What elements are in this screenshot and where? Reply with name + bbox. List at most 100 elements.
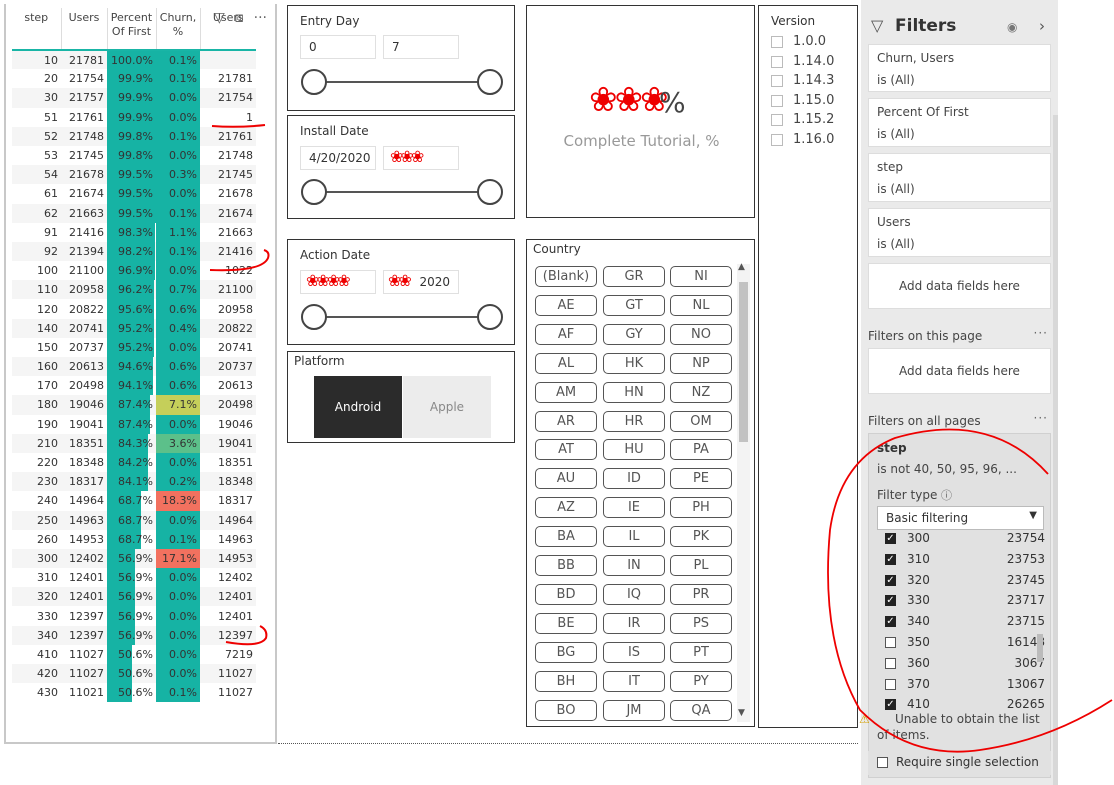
- more-options-icon[interactable]: ···: [1034, 411, 1048, 425]
- table-row[interactable]: 100 21100 96.9% 0.0% 1022: [12, 261, 256, 281]
- country-option[interactable]: PR: [670, 583, 732, 605]
- entry-day-from-input[interactable]: 0: [300, 35, 376, 59]
- country-option[interactable]: BB: [535, 555, 597, 576]
- table-row[interactable]: 410 11027 50.6% 0.0% 7219: [12, 644, 256, 664]
- country-option[interactable]: NO: [670, 323, 732, 345]
- filter-card-percent-of-first[interactable]: Percent Of First is (All): [868, 98, 1051, 147]
- table-row[interactable]: 320 12401 56.9% 0.0% 12401: [12, 587, 256, 607]
- require-single-checkbox[interactable]: [877, 757, 888, 768]
- entry-day-min-handle[interactable]: [301, 69, 327, 95]
- collapse-pane-icon[interactable]: ›: [1039, 17, 1045, 35]
- entry-day-slicer[interactable]: Entry Day 0 7: [287, 5, 515, 111]
- platform-slicer[interactable]: Platform Android Apple: [287, 351, 515, 443]
- country-option[interactable]: AU: [535, 468, 597, 490]
- country-option[interactable]: QA: [670, 699, 732, 721]
- country-option[interactable]: GY: [603, 323, 665, 345]
- table-row[interactable]: 61 21674 99.5% 0.0% 21678: [12, 184, 256, 204]
- country-option[interactable]: PK: [670, 526, 732, 548]
- country-option[interactable]: (Blank): [535, 266, 597, 287]
- eye-icon[interactable]: ◉: [1007, 20, 1017, 34]
- country-option[interactable]: GT: [603, 294, 665, 316]
- platform-apple-button[interactable]: Apple: [403, 376, 491, 438]
- version-option[interactable]: 1.16.0: [771, 132, 851, 150]
- more-options-icon[interactable]: ···: [254, 10, 267, 26]
- version-slicer[interactable]: Version 1.0.0 1.14.0 1.14.3 1.15.0 1.15.2 1.1…: [758, 5, 858, 728]
- table-row[interactable]: 210 18351 84.3% 3.6% 19041: [12, 433, 256, 453]
- filter-icon[interactable]: ▽: [214, 10, 225, 26]
- filter-type-dropdown[interactable]: Basic filtering ▼: [877, 506, 1044, 530]
- country-slicer[interactable]: Country (Blank) GR NI AE GT NL AF GY NO AL HK NP AM H…: [526, 239, 755, 727]
- filter-card-step[interactable]: step is (All): [868, 153, 1051, 202]
- country-option[interactable]: PA: [670, 439, 732, 461]
- filter-card-users[interactable]: Users is (All): [868, 208, 1051, 257]
- filter-card-churn-users[interactable]: Churn, Users is (All): [868, 44, 1051, 92]
- version-option[interactable]: 1.15.0: [771, 93, 851, 111]
- country-option[interactable]: BD: [535, 583, 597, 605]
- country-option[interactable]: HU: [603, 439, 665, 461]
- table-row[interactable]: 300 12402 56.9% 17.1% 14953: [12, 548, 256, 569]
- table-row[interactable]: 150 20737 95.2% 0.0% 20741: [12, 337, 256, 357]
- table-row[interactable]: 260 14953 68.7% 0.1% 14963: [12, 529, 256, 549]
- country-option[interactable]: PE: [670, 468, 732, 490]
- country-option[interactable]: IR: [603, 612, 665, 634]
- country-option[interactable]: AZ: [535, 497, 597, 519]
- step-option-checkbox[interactable]: [885, 678, 896, 690]
- table-row[interactable]: 54 21678 99.5% 0.3% 21745: [12, 165, 256, 185]
- table-row[interactable]: 10 21781 100.0% 0.1%: [12, 50, 256, 70]
- version-checkbox[interactable]: [771, 55, 783, 68]
- country-option[interactable]: HR: [603, 410, 665, 432]
- table-row[interactable]: 53 21745 99.8% 0.0% 21748: [12, 145, 256, 166]
- country-option[interactable]: BE: [535, 612, 597, 634]
- more-options-icon[interactable]: ···: [1034, 326, 1048, 340]
- country-option[interactable]: NZ: [670, 381, 732, 403]
- version-checkbox[interactable]: [771, 94, 783, 107]
- install-date-slicer[interactable]: Install Date 4/20/2020 ❀❀❀: [287, 115, 515, 219]
- scroll-down-icon[interactable]: ▼: [738, 708, 745, 718]
- install-date-min-handle[interactable]: [301, 179, 327, 205]
- column-header-users[interactable]: Users: [60, 8, 107, 51]
- action-date-slicer[interactable]: Action Date ❀❀❀❀ 2020 ❀❀: [287, 239, 515, 345]
- table-row[interactable]: 250 14963 68.7% 0.0% 14964: [12, 510, 256, 530]
- table-row[interactable]: 310 12401 56.9% 0.0% 12402: [12, 568, 256, 588]
- column-header-percent-of-first[interactable]: Percent Of First: [106, 8, 156, 51]
- complete-tutorial-card[interactable]: ❀❀❀ % Complete Tutorial, %: [526, 5, 755, 218]
- version-checkbox[interactable]: [771, 114, 783, 126]
- step-filter-option[interactable]: ✓ 300 23754: [885, 530, 1045, 550]
- add-visual-fields-drop[interactable]: Add data fields here: [868, 263, 1051, 309]
- action-date-max-handle[interactable]: [477, 304, 503, 330]
- country-option[interactable]: IL: [603, 526, 665, 548]
- step-option-checkbox[interactable]: ✓: [885, 533, 896, 544]
- install-date-from-input[interactable]: 4/20/2020: [300, 146, 376, 170]
- country-option[interactable]: IT: [603, 670, 665, 692]
- entry-day-max-handle[interactable]: [477, 69, 503, 95]
- version-checkbox[interactable]: [771, 75, 783, 87]
- scroll-up-icon[interactable]: ▲: [738, 262, 745, 272]
- version-option[interactable]: 1.15.2: [771, 112, 851, 130]
- table-row[interactable]: 430 11021 50.6% 0.1% 11027: [12, 683, 256, 703]
- country-option[interactable]: PT: [670, 641, 732, 663]
- country-option[interactable]: AF: [535, 323, 597, 345]
- table-row[interactable]: 20 21754 99.9% 0.1% 21781: [12, 69, 256, 89]
- country-option[interactable]: HK: [603, 352, 665, 374]
- step-filter-option[interactable]: 360 3067: [885, 655, 1045, 675]
- step-filter-option[interactable]: 350 16148: [885, 634, 1045, 654]
- step-option-checkbox[interactable]: ✓: [885, 595, 896, 607]
- country-option[interactable]: BO: [535, 699, 597, 721]
- table-row[interactable]: 190 19041 87.4% 0.0% 19046: [12, 414, 256, 434]
- version-checkbox[interactable]: [771, 36, 783, 48]
- step-filter-option[interactable]: ✓ 330 23717: [885, 592, 1045, 612]
- table-row[interactable]: 220 18348 84.2% 0.0% 18351: [12, 452, 256, 473]
- step-filter-option[interactable]: ✓ 340 23715: [885, 613, 1045, 633]
- table-row[interactable]: 420 11027 50.6% 0.0% 11027: [12, 664, 256, 684]
- table-row[interactable]: 91 21416 98.3% 1.1% 21663: [12, 222, 256, 242]
- table-row[interactable]: 340 12397 56.9% 0.0% 12397: [12, 625, 256, 645]
- country-option[interactable]: NL: [670, 294, 732, 316]
- country-option[interactable]: AE: [535, 294, 597, 316]
- table-row[interactable]: 180 19046 87.4% 7.1% 20498: [12, 395, 256, 415]
- table-row[interactable]: 30 21757 99.9% 0.0% 21754: [12, 88, 256, 108]
- country-option[interactable]: PH: [670, 497, 732, 519]
- action-date-min-handle[interactable]: [301, 304, 327, 330]
- country-option[interactable]: OM: [670, 410, 732, 432]
- table-row[interactable]: 230 18317 84.1% 0.2% 18348: [12, 472, 256, 492]
- country-scroll-thumb[interactable]: [739, 282, 748, 442]
